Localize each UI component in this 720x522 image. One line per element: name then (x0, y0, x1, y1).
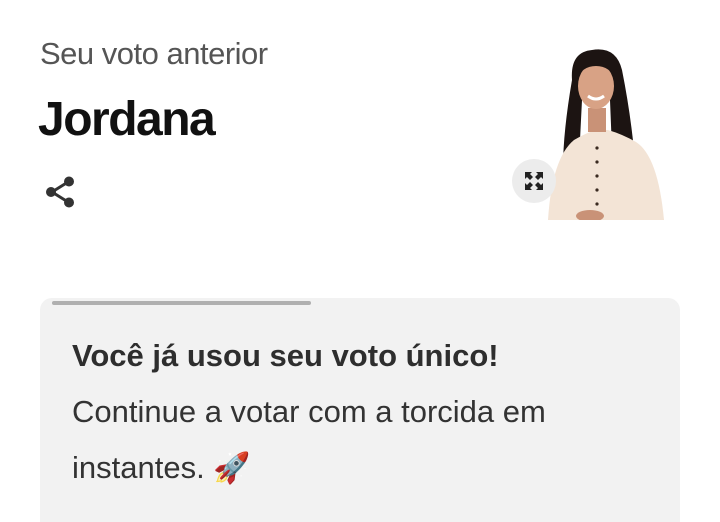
expand-icon (525, 172, 543, 190)
candidate-name: Jordana (38, 93, 216, 146)
progress-fill (52, 301, 311, 305)
progress-bar (52, 301, 668, 305)
vote-status-message-end: instantes. (72, 450, 205, 485)
vote-status-text: Você já usou seu voto único! Continue a … (72, 328, 652, 497)
expand-photo-button[interactable] (512, 159, 556, 203)
vote-status-card: Você já usou seu voto único! Continue a … (40, 298, 680, 522)
vote-status-message-line1: Continue a votar com a torcida em (72, 394, 546, 429)
share-icon[interactable] (42, 174, 78, 210)
previous-vote-label: Seu voto anterior (40, 36, 268, 71)
vote-status-message-line2: instantes. 🚀 (72, 440, 652, 497)
rocket-icon: 🚀 (213, 452, 251, 485)
candidate-photo (530, 40, 680, 220)
vote-status-title: Você já usou seu voto único! (72, 338, 499, 373)
